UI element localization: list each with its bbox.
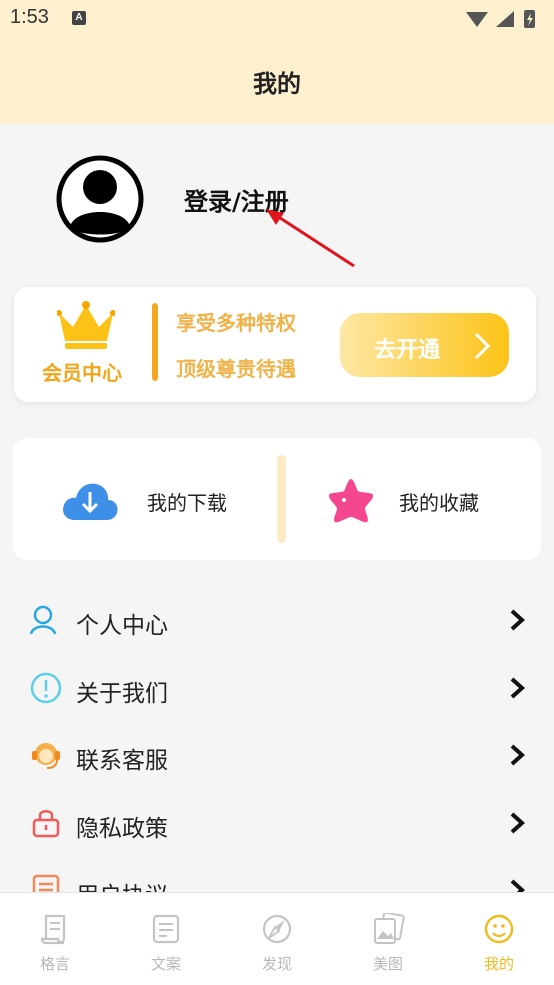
tab-label: 文案: [150, 955, 181, 973]
avatar-icon[interactable]: [56, 155, 144, 243]
crown-icon: [57, 301, 115, 349]
star-icon[interactable]: [327, 476, 375, 524]
notification-icon: A: [72, 11, 86, 25]
note-icon: [152, 914, 180, 944]
scroll-icon: [40, 914, 66, 945]
menu-label: 关于我们: [76, 681, 168, 707]
tab-discover[interactable]: 发现: [247, 911, 307, 973]
menu-item-about-us[interactable]: 关于我们: [0, 658, 554, 718]
wifi-icon: [466, 12, 488, 27]
compass-icon: [262, 914, 292, 944]
vip-card[interactable]: 会员中心 享受多种特权 顶级尊贵待遇 去开通: [14, 287, 536, 402]
tab-label: 我的: [483, 955, 514, 973]
open-vip-label: 去开通: [374, 338, 441, 363]
customer-service-icon: [32, 743, 60, 769]
tab-label: 美图: [372, 955, 403, 973]
tab-copywriting[interactable]: 文案: [136, 911, 196, 973]
bottom-tab-bar: 格言 文案 发现 美图 我的: [0, 892, 554, 985]
user-icon: [30, 605, 57, 635]
chevron-right-icon: [474, 332, 490, 360]
chevron-right-icon: [510, 744, 525, 766]
my-favorites-label[interactable]: 我的收藏: [399, 487, 479, 516]
my-downloads-label[interactable]: 我的下载: [147, 487, 227, 516]
system-status-icons: [466, 10, 535, 28]
menu-item-personal-center[interactable]: 个人中心: [0, 590, 554, 650]
info-icon: [30, 672, 62, 704]
chevron-right-icon: [510, 812, 525, 834]
open-vip-button[interactable]: 去开通: [340, 313, 509, 377]
signal-icon: [496, 11, 514, 27]
vip-benefit-line1: 享受多种特权: [176, 311, 296, 335]
menu-item-privacy-policy[interactable]: 隐私政策: [0, 793, 554, 853]
smile-icon: [484, 914, 514, 944]
quick-actions-divider: [277, 455, 286, 543]
menu-label: 个人中心: [76, 613, 168, 639]
status-bar: 1:53 A: [0, 0, 554, 38]
lock-icon: [32, 810, 60, 838]
quick-actions-card: 我的下载 我的收藏: [13, 438, 541, 560]
status-time: 1:53: [10, 6, 49, 28]
vip-divider: [152, 303, 158, 381]
tab-mine[interactable]: 我的: [469, 911, 529, 973]
page-title: 我的: [253, 70, 301, 98]
chevron-right-icon: [510, 677, 525, 699]
page-header: 我的: [0, 38, 554, 124]
vip-center-title: 会员中心: [42, 361, 122, 385]
menu-item-customer-service[interactable]: 联系客服: [0, 725, 554, 785]
tab-quotes[interactable]: 格言: [25, 911, 85, 973]
menu-label: 联系客服: [76, 748, 168, 774]
chevron-right-icon: [510, 609, 525, 631]
annotation-arrow: [266, 209, 355, 268]
tab-pictures[interactable]: 美图: [358, 911, 418, 973]
cloud-download-icon[interactable]: [61, 478, 119, 522]
menu-label: 隐私政策: [76, 816, 168, 842]
tab-label: 格言: [39, 955, 70, 973]
vip-benefit-line2: 顶级尊贵待遇: [176, 357, 296, 381]
picture-icon: [374, 913, 405, 944]
tab-label: 发现: [261, 955, 292, 973]
